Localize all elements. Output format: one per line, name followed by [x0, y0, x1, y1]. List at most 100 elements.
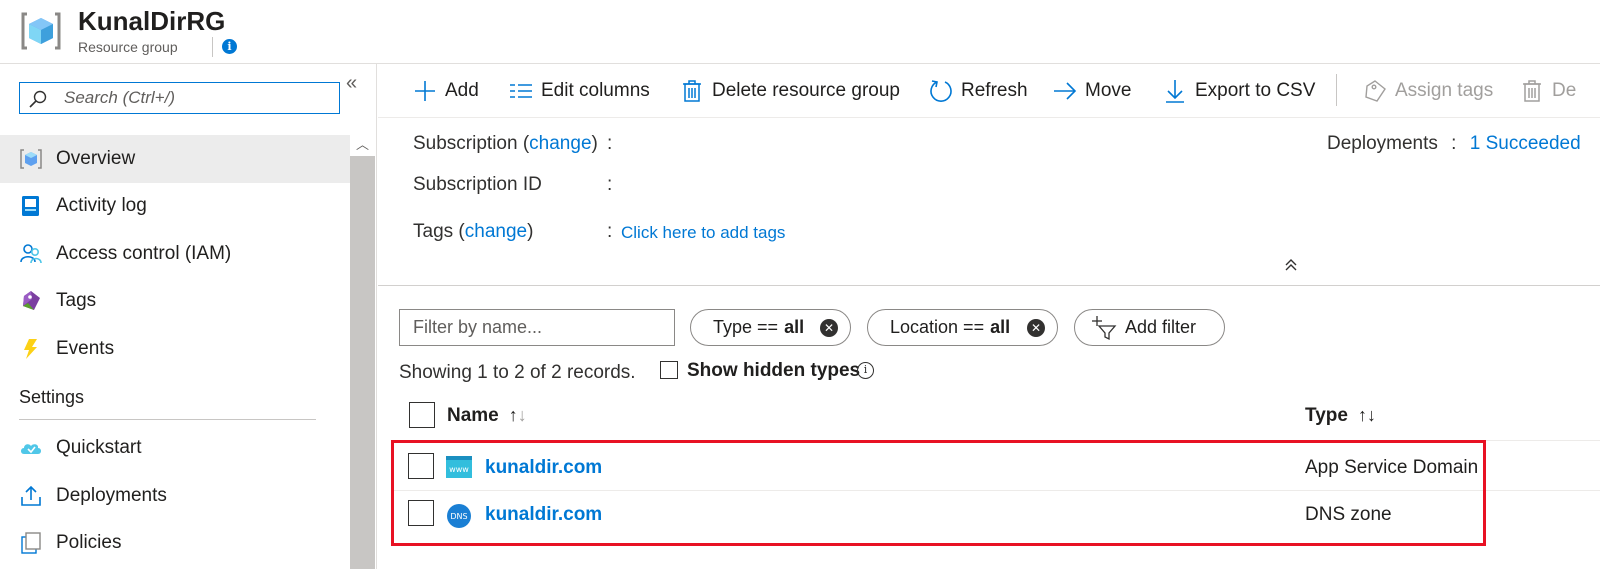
- export-csv-button[interactable]: Export to CSV: [1163, 77, 1315, 105]
- essentials-panel: Subscription (change) : Subscription ID …: [378, 118, 1600, 286]
- download-icon: [1166, 80, 1184, 103]
- refresh-icon: [930, 80, 952, 102]
- sidebar-scrollbar[interactable]: ︿: [350, 134, 375, 569]
- trash-icon: [683, 80, 701, 102]
- colon: :: [607, 221, 613, 242]
- info-icon[interactable]: i: [222, 39, 237, 54]
- move-button[interactable]: Move: [1053, 77, 1131, 105]
- show-hidden-types-label[interactable]: Show hidden types: [687, 360, 860, 382]
- show-hidden-types-checkbox[interactable]: [660, 361, 678, 379]
- highlight-box: [391, 440, 1486, 546]
- export-csv-label: Export to CSV: [1195, 80, 1316, 101]
- location-filter-value: all: [990, 317, 1011, 337]
- header-divider: [393, 440, 1600, 441]
- search-input[interactable]: [64, 87, 334, 109]
- sort-icon[interactable]: ↑↓: [1358, 405, 1376, 425]
- resource-name-link[interactable]: kunaldir.com: [485, 457, 602, 479]
- add-button[interactable]: Add: [413, 77, 479, 105]
- deployments-link[interactable]: 1 Succeeded: [1470, 133, 1581, 154]
- delete-label: De: [1552, 80, 1577, 101]
- iam-icon: [20, 243, 42, 263]
- scroll-up-icon[interactable]: ︿: [350, 134, 375, 156]
- row-checkbox[interactable]: [408, 453, 434, 479]
- sidebar-item-events[interactable]: Events: [0, 325, 350, 373]
- www-icon: www: [446, 456, 472, 478]
- refresh-label: Refresh: [961, 80, 1028, 101]
- remove-filter-icon[interactable]: ✕: [1027, 319, 1045, 337]
- row-checkbox[interactable]: [408, 500, 434, 526]
- resource-type: App Service Domain: [1305, 457, 1479, 478]
- deployments-summary: Deployments : 1 Succeeded: [1327, 133, 1581, 155]
- sidebar-search[interactable]: [19, 82, 340, 114]
- location-filter-label: Location ==: [890, 317, 985, 337]
- select-all-checkbox[interactable]: [409, 402, 435, 428]
- location-filter-pill[interactable]: Location == all ✕: [867, 309, 1058, 346]
- sidebar-item-policies[interactable]: Policies: [0, 520, 350, 568]
- section-heading: Settings: [19, 386, 85, 407]
- sidebar-item-label: Access control (IAM): [56, 242, 232, 264]
- change-subscription-link[interactable]: change: [529, 133, 591, 154]
- command-bar: Add Edit columns Delete resource group R…: [378, 64, 1600, 118]
- refresh-button[interactable]: Refresh: [929, 77, 1028, 105]
- records-count: Showing 1 to 2 of 2 records.: [399, 362, 636, 383]
- info-icon[interactable]: i: [857, 362, 874, 379]
- upload-icon: [21, 485, 41, 506]
- sidebar-item-tags[interactable]: Tags: [0, 278, 350, 326]
- change-tags-link[interactable]: change: [465, 221, 527, 242]
- sidebar-item-label: Policies: [56, 532, 122, 554]
- sidebar: « Overview Activity log: [0, 64, 377, 569]
- column-header-type[interactable]: Type ↑↓: [1305, 405, 1376, 427]
- page-subtitle: Resource group: [78, 39, 178, 55]
- sidebar-item-overview[interactable]: Overview: [0, 135, 350, 183]
- sidebar-item-label: Quickstart: [56, 437, 142, 459]
- sidebar-item-quickstart[interactable]: Quickstart: [0, 425, 350, 473]
- add-filter-button[interactable]: Add filter: [1074, 309, 1225, 346]
- tag-icon: [23, 291, 40, 311]
- sidebar-item-label: Tags: [56, 290, 97, 312]
- plus-icon: [415, 81, 435, 101]
- colon: :: [1451, 133, 1457, 154]
- delete-resource-group-button[interactable]: Delete resource group: [680, 77, 900, 105]
- resource-name-link[interactable]: kunaldir.com: [485, 504, 602, 526]
- add-filter-label: Add filter: [1125, 317, 1197, 337]
- lightning-icon: [24, 338, 37, 359]
- colon: :: [607, 133, 613, 154]
- collapse-sidebar-button[interactable]: «: [346, 72, 357, 95]
- sort-icon[interactable]: ↑↓: [509, 405, 527, 425]
- tag-outline-icon: [1365, 80, 1386, 102]
- sidebar-section-settings: Settings: [0, 373, 350, 420]
- row-divider: [393, 490, 1600, 491]
- type-filter-pill[interactable]: Type == all ✕: [690, 309, 851, 346]
- svg-text:DNS: DNS: [450, 512, 467, 521]
- policies-icon: [21, 532, 41, 554]
- deployments-label: Deployments: [1327, 133, 1438, 154]
- collapse-essentials-icon[interactable]: [1284, 258, 1298, 272]
- page-title: KunalDirRG: [78, 6, 226, 36]
- sidebar-nav: Overview Activity log Access control (IA…: [0, 135, 350, 567]
- edit-columns-label: Edit columns: [541, 80, 650, 101]
- type-filter-value: all: [784, 317, 805, 337]
- assign-tags-button[interactable]: Assign tags: [1363, 77, 1493, 105]
- column-header-name[interactable]: Name ↑↓: [447, 405, 527, 427]
- add-filter-icon: [1092, 315, 1117, 340]
- sidebar-item-access-control[interactable]: Access control (IAM): [0, 230, 350, 278]
- header-divider: [212, 37, 213, 57]
- delete-button[interactable]: De: [1520, 77, 1576, 105]
- tags-label: Tags (change): [413, 221, 534, 242]
- sidebar-item-activity-log[interactable]: Activity log: [0, 183, 350, 231]
- remove-filter-icon[interactable]: ✕: [820, 319, 838, 337]
- activity-log-icon: [22, 196, 39, 217]
- sidebar-item-label: Deployments: [56, 484, 167, 506]
- type-filter-label: Type ==: [713, 317, 779, 337]
- add-tags-link[interactable]: Click here to add tags: [621, 223, 785, 243]
- sidebar-item-label: Activity log: [56, 195, 147, 217]
- delete-resource-group-label: Delete resource group: [712, 80, 900, 101]
- filter-by-name-input[interactable]: [399, 309, 675, 346]
- subscription-id-label: Subscription ID: [413, 174, 542, 195]
- overview-icon: [20, 149, 42, 169]
- svg-text:www: www: [449, 465, 469, 474]
- search-icon: [29, 90, 47, 108]
- sidebar-item-deployments[interactable]: Deployments: [0, 472, 350, 520]
- section-divider: [19, 418, 316, 420]
- edit-columns-button[interactable]: Edit columns: [509, 77, 650, 105]
